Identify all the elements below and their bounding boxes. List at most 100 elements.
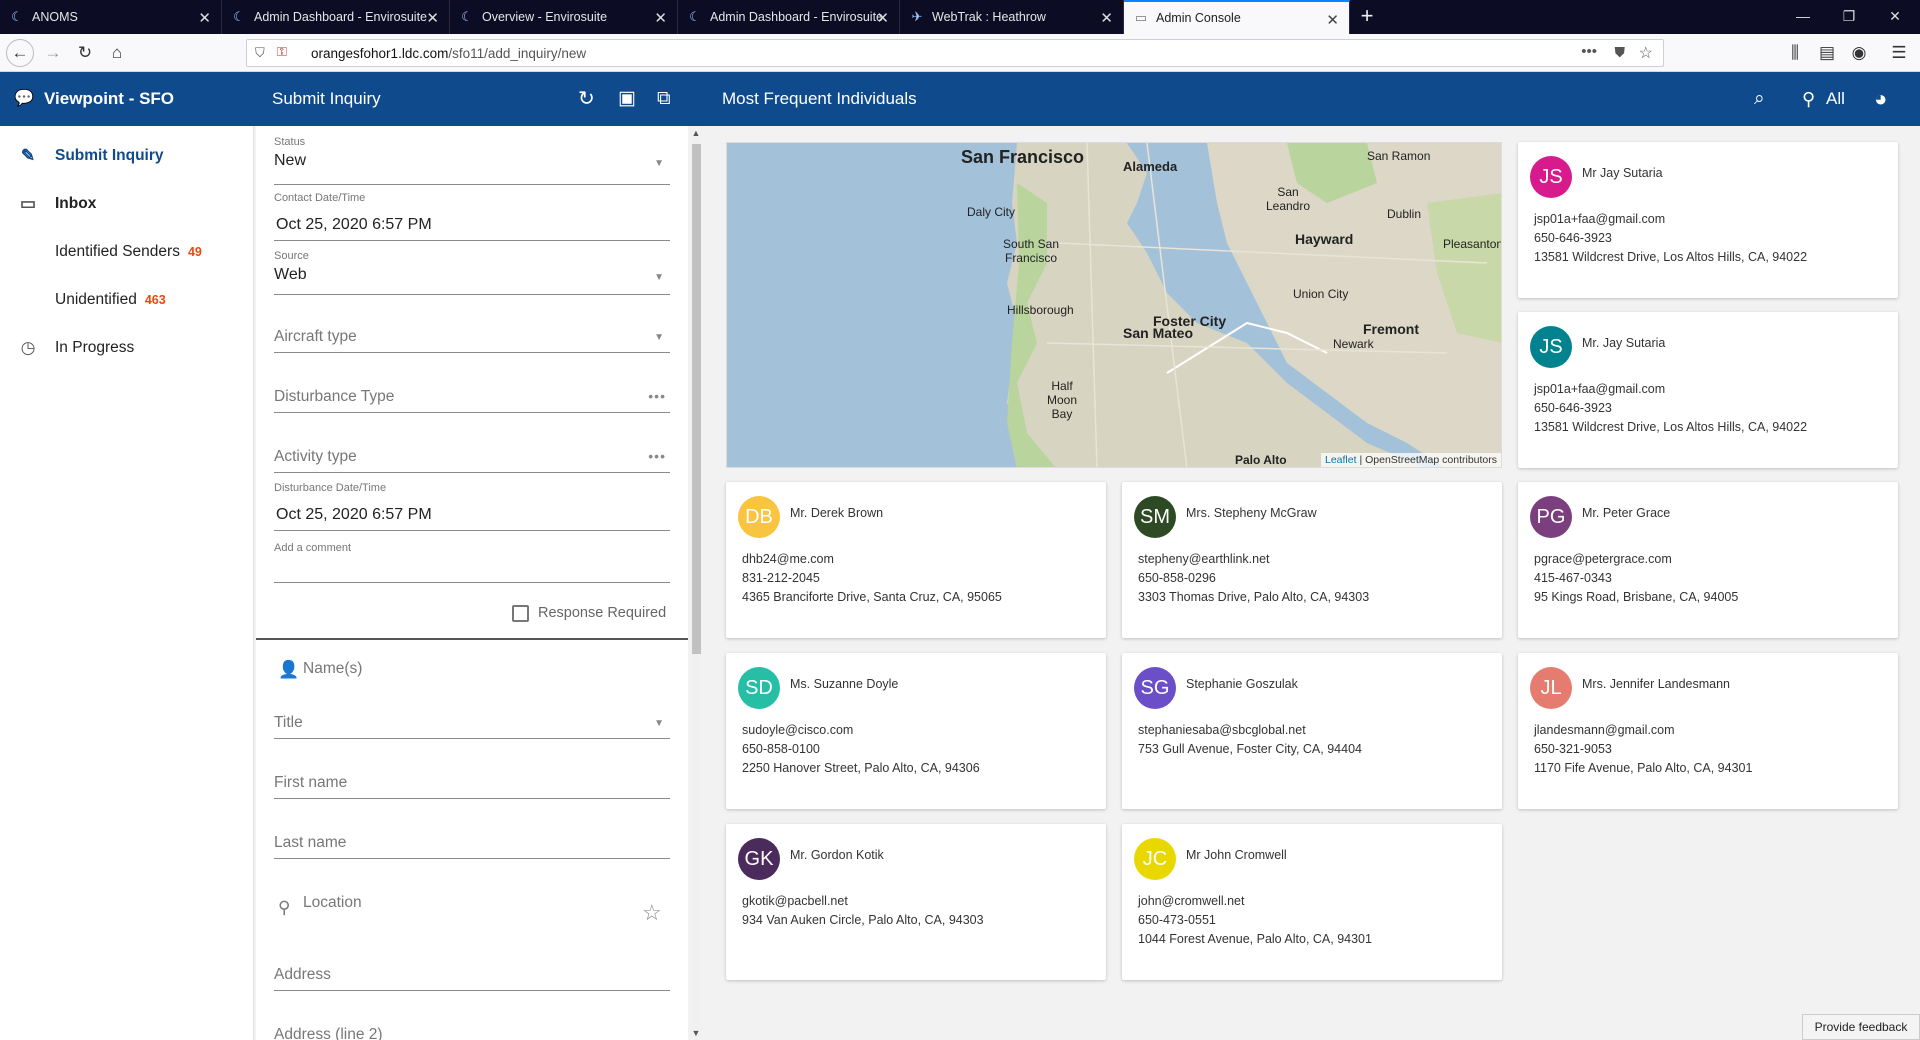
- individual-card[interactable]: SM Mrs. Stepheny McGraw stepheny@earthli…: [1122, 482, 1502, 638]
- source-select[interactable]: Source Web ▼: [274, 250, 670, 295]
- individual-email: john@cromwell.net: [1138, 894, 1245, 908]
- individual-card[interactable]: JL Mrs. Jennifer Landesmann jlandesmann@…: [1518, 653, 1898, 809]
- first-name-field[interactable]: First name: [274, 774, 670, 799]
- more-options-icon[interactable]: •••: [648, 448, 666, 464]
- browser-tab[interactable]: ☾ Admin Dashboard - Envirosuite ✕: [678, 0, 900, 34]
- browser-tab[interactable]: ☾ Overview - Envirosuite ✕: [450, 0, 678, 34]
- leaflet-link[interactable]: Leaflet: [1325, 454, 1357, 466]
- map-label: San Mateo: [1123, 325, 1194, 341]
- browser-tab[interactable]: ☾ ANOMS ✕: [0, 0, 222, 34]
- last-name-field[interactable]: Last name: [274, 834, 670, 859]
- scroll-down-icon[interactable]: ▼: [690, 1028, 702, 1038]
- close-icon[interactable]: ✕: [1326, 11, 1339, 29]
- sidebar-item-submit-inquiry[interactable]: ✎ Submit Inquiry: [0, 136, 254, 176]
- account-icon[interactable]: ◉: [1846, 40, 1872, 66]
- individual-address: 1170 Fife Avenue, Palo Alto, CA, 94301: [1534, 761, 1753, 775]
- individual-card[interactable]: JS Mr. Jay Sutaria jsp01a+faa@gmail.com …: [1518, 312, 1898, 468]
- refresh-icon[interactable]: ↻: [578, 72, 595, 126]
- pocket-icon[interactable]: ⛊: [1615, 44, 1626, 61]
- sidebar-item-identified-senders[interactable]: Identified Senders 49: [0, 232, 254, 272]
- individual-card[interactable]: GK Mr. Gordon Kotik gkotik@pacbell.net 9…: [726, 824, 1106, 980]
- more-icon[interactable]: •••: [1581, 43, 1597, 60]
- moon-icon: ☾: [11, 9, 23, 24]
- scrollbar-thumb[interactable]: [692, 144, 701, 654]
- close-icon[interactable]: ✕: [1100, 9, 1113, 27]
- browser-tab[interactable]: ☾ Admin Dashboard - Envirosuite ✕: [222, 0, 450, 34]
- address-field[interactable]: Address: [274, 966, 670, 991]
- form-scrollbar[interactable]: ▲ ▼: [690, 126, 702, 1040]
- individual-card[interactable]: JC Mr John Cromwell john@cromwell.net 65…: [1122, 824, 1502, 980]
- close-icon[interactable]: ✕: [654, 9, 667, 27]
- individual-email: sudoyle@cisco.com: [742, 723, 854, 737]
- individual-address: 753 Gull Avenue, Foster City, CA, 94404: [1138, 742, 1362, 756]
- new-tab-icon[interactable]: +: [1350, 0, 1384, 34]
- disturbance-datetime-field[interactable]: Disturbance Date/Time Oct 25, 2020 6:57 …: [274, 482, 670, 531]
- map-label: Palo Alto: [1235, 453, 1287, 467]
- browser-tab-active[interactable]: ▭ Admin Console ✕: [1124, 0, 1350, 34]
- forward-icon[interactable]: →: [40, 40, 66, 66]
- location-pin-icon[interactable]: ⚲: [1802, 72, 1815, 126]
- aircraft-type-select[interactable]: Aircraft type ▼: [274, 328, 670, 353]
- url-bar[interactable]: ⛉ ⚿ orangesfohor1.ldc.com/sfo11/add_inqu…: [246, 39, 1664, 67]
- provide-feedback-button[interactable]: Provide feedback: [1802, 1014, 1920, 1040]
- response-required-checkbox[interactable]: Response Required: [274, 604, 670, 624]
- close-icon[interactable]: ✕: [426, 9, 439, 27]
- close-window-icon[interactable]: ✕: [1872, 0, 1918, 34]
- restore-icon[interactable]: ❐: [1826, 0, 1872, 34]
- individual-card[interactable]: SG Stephanie Goszulak stephaniesaba@sbcg…: [1122, 653, 1502, 809]
- library-icon[interactable]: ⫼: [1782, 40, 1808, 66]
- user-account-icon[interactable]: ◕: [1874, 72, 1887, 126]
- map-label: Fremont: [1363, 321, 1419, 337]
- activity-type-field[interactable]: Activity type •••: [274, 448, 670, 473]
- minimize-icon[interactable]: —: [1780, 0, 1826, 34]
- map[interactable]: San Francisco Alameda San Ramon San Lean…: [726, 142, 1502, 468]
- browser-tab[interactable]: ✈ WebTrak : Heathrow ✕: [900, 0, 1124, 34]
- reload-icon[interactable]: ↻: [72, 40, 98, 66]
- favorite-star-icon[interactable]: ☆: [642, 900, 662, 926]
- bookmark-star-icon[interactable]: ☆: [1639, 43, 1653, 63]
- individual-card[interactable]: PG Mr. Peter Grace pgrace@petergrace.com…: [1518, 482, 1898, 638]
- individual-name: Mr John Cromwell: [1186, 848, 1287, 862]
- avatar: JS: [1530, 326, 1572, 368]
- back-icon[interactable]: ←: [6, 39, 34, 67]
- individual-phone: 650-473-0551: [1138, 913, 1216, 927]
- sidebar-item-unidentified[interactable]: Unidentified 463: [0, 280, 254, 320]
- individual-card[interactable]: JS Mr Jay Sutaria jsp01a+faa@gmail.com 6…: [1518, 142, 1898, 298]
- comment-field[interactable]: Add a comment: [274, 542, 670, 583]
- address-line2-field[interactable]: Address (line 2): [274, 1026, 670, 1040]
- menu-icon[interactable]: ☰: [1886, 40, 1912, 66]
- status-select[interactable]: Status New ▼: [274, 136, 670, 185]
- individual-name: Mrs. Jennifer Landesmann: [1582, 677, 1730, 691]
- location-field[interactable]: ⚲ Location ☆: [274, 894, 670, 925]
- title-select[interactable]: Title ▼: [274, 714, 670, 739]
- search-icon[interactable]: ⌕: [1754, 72, 1765, 126]
- location-filter[interactable]: All: [1826, 72, 1845, 126]
- scroll-up-icon[interactable]: ▲: [690, 128, 702, 138]
- avatar: SD: [738, 667, 780, 709]
- individual-card[interactable]: SD Ms. Suzanne Doyle sudoyle@cisco.com 6…: [726, 653, 1106, 809]
- close-icon[interactable]: ✕: [198, 9, 211, 27]
- person-icon: 👤: [278, 660, 300, 679]
- individual-card[interactable]: DB Mr. Derek Brown dhb24@me.com 831-212-…: [726, 482, 1106, 638]
- names-field[interactable]: 👤 Name(s): [274, 660, 670, 679]
- individual-name: Mr. Jay Sutaria: [1582, 336, 1666, 350]
- individual-phone: 831-212-2045: [742, 571, 820, 585]
- home-icon[interactable]: ⌂: [104, 40, 130, 66]
- sidebar-item-inbox[interactable]: ▭ Inbox: [0, 184, 254, 224]
- individual-address: 2250 Hanover Street, Palo Alto, CA, 9430…: [742, 761, 980, 775]
- more-options-icon[interactable]: •••: [648, 388, 666, 404]
- individual-address: 13581 Wildcrest Drive, Los Altos Hills, …: [1534, 420, 1808, 434]
- copy-icon[interactable]: ⧉: [657, 72, 671, 126]
- map-label: Half Moon Bay: [1046, 379, 1078, 421]
- map-label: San Leandro: [1265, 185, 1311, 213]
- dropdown-arrow-icon: ▼: [654, 718, 664, 729]
- map-label: Alameda: [1123, 159, 1178, 174]
- save-icon[interactable]: ▣: [618, 72, 636, 126]
- checkbox-icon[interactable]: [512, 605, 529, 622]
- edit-icon: ✎: [20, 146, 36, 165]
- sidebar-item-in-progress[interactable]: ◷ In Progress: [0, 328, 254, 368]
- close-icon[interactable]: ✕: [876, 9, 889, 27]
- contact-datetime-field[interactable]: Contact Date/Time Oct 25, 2020 6:57 PM: [274, 192, 670, 241]
- disturbance-type-field[interactable]: Disturbance Type •••: [274, 388, 670, 413]
- sidebar-toggle-icon[interactable]: ▤: [1814, 40, 1840, 66]
